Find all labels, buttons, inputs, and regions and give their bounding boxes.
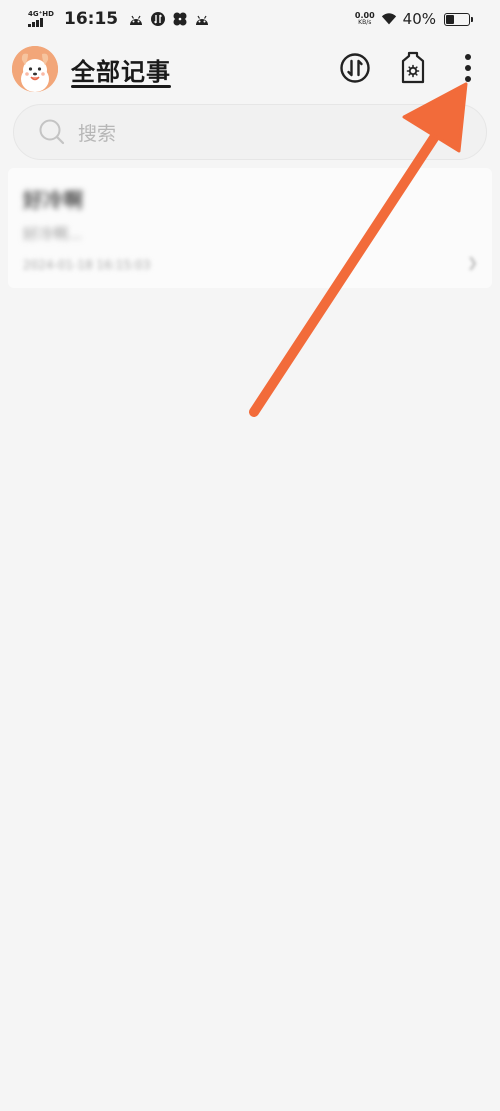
sort-button[interactable]: [337, 50, 373, 86]
chevron-right-icon: ❯: [467, 256, 478, 271]
search-icon: [39, 119, 65, 145]
speed-unit: KB/s: [358, 19, 372, 26]
status-right: 0.00 KB/s 40%: [355, 10, 473, 28]
sort-updown-icon: [340, 53, 370, 83]
app-header: 全部记事: [0, 42, 500, 96]
search-bar[interactable]: 搜索: [13, 104, 487, 160]
note-preview: 好冷啊...: [23, 225, 83, 243]
battery-percent: 40%: [402, 10, 436, 28]
battery-icon: [444, 12, 473, 26]
android-notify-icon-2: [194, 11, 210, 27]
note-date: 2024-01-18 16:15:03: [23, 258, 151, 272]
signal-icon: [28, 18, 43, 27]
search-placeholder: 搜索: [78, 122, 117, 145]
more-options-button[interactable]: [450, 50, 486, 86]
fan-icon: [172, 11, 188, 27]
status-bar: 4G⁺HD 16:15 0.00 KB/s 40%: [0, 0, 500, 38]
avatar[interactable]: [12, 46, 58, 92]
note-title: 好冷啊: [23, 188, 83, 212]
title-underline: [71, 85, 171, 88]
page-title[interactable]: 全部记事: [71, 52, 171, 87]
notes-app-screen: 4G⁺HD 16:15 0.00 KB/s 40% 全部记事 搜索 好冷啊 好冷…: [0, 0, 500, 1111]
status-time: 16:15: [63, 9, 119, 29]
network-speed: 0.00 KB/s: [355, 12, 375, 26]
sync-circle-icon: [150, 11, 166, 27]
note-card[interactable]: 好冷啊 好冷啊... 2024-01-18 16:15:03 ❯: [8, 168, 492, 288]
network-indicator: 4G⁺HD: [28, 11, 54, 27]
theme-button[interactable]: [395, 50, 431, 86]
android-notify-icon: [128, 11, 144, 27]
annotation-arrow: [249, 82, 468, 417]
dog-avatar-icon: [12, 46, 58, 92]
status-left: 4G⁺HD 16:15: [28, 9, 210, 29]
battery-level: [446, 14, 454, 24]
theme-tag-icon: [401, 51, 425, 84]
wifi-icon: [381, 11, 397, 27]
network-type: 4G⁺HD: [28, 10, 54, 18]
more-vertical-icon: [465, 54, 471, 82]
